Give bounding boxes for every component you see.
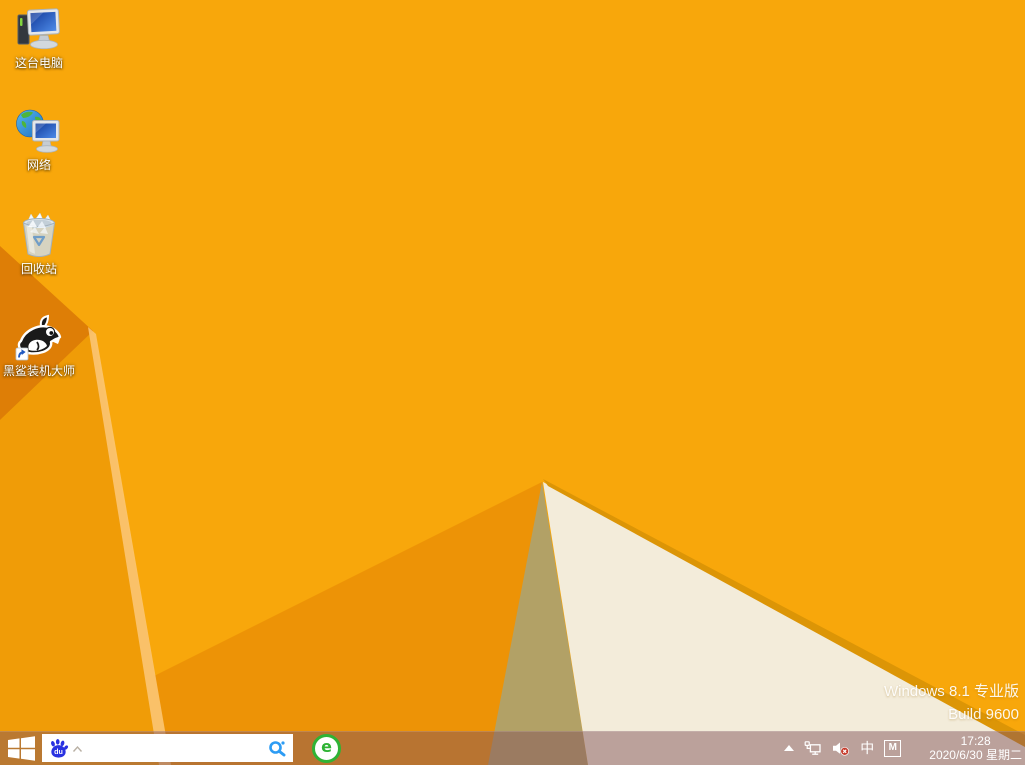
hidden-icons-chevron[interactable] <box>784 745 794 751</box>
desktop[interactable]: 这台电脑 网络 <box>0 0 1025 765</box>
wired-network-icon[interactable] <box>804 740 822 756</box>
baidu-paw-du-text: du <box>54 748 63 756</box>
volume-muted-icon[interactable] <box>832 741 850 756</box>
taskbar: du e <box>0 731 1025 765</box>
clock-time: 17:28 <box>929 734 1022 748</box>
system-tray: 中 M 17:28 2020/6/30 星期二 <box>784 734 1025 762</box>
desktop-icon-this-pc[interactable]: 这台电脑 <box>1 6 77 70</box>
baidu-search-magnifier-icon[interactable] <box>267 738 288 759</box>
browser-letter: e <box>321 739 332 755</box>
network-icon <box>15 108 63 156</box>
clock-date: 2020/6/30 星期二 <box>929 748 1022 762</box>
taskbar-search-box[interactable]: du <box>42 734 293 762</box>
ime-mode-badge[interactable]: M <box>884 740 901 757</box>
desktop-icon-network[interactable]: 网络 <box>1 108 77 172</box>
wallpaper <box>0 0 1025 765</box>
watermark-edition: Windows 8.1 专业版 <box>884 680 1019 703</box>
desktop-icon-label: 回收站 <box>1 262 77 276</box>
recycle-bin-icon <box>15 210 63 260</box>
start-button[interactable] <box>0 731 42 765</box>
taskbar-clock[interactable]: 17:28 2020/6/30 星期二 <box>929 734 1022 762</box>
baidu-paw-icon: du <box>48 738 69 759</box>
desktop-icon-label: 网络 <box>1 158 77 172</box>
heisha-installer-icon <box>14 314 64 362</box>
desktop-icon-label: 黑鲨装机大师 <box>1 364 77 378</box>
windows-logo-icon <box>8 736 35 761</box>
desktop-icon-heisha-installer[interactable]: 黑鲨装机大师 <box>1 314 77 378</box>
desktop-icon-label: 这台电脑 <box>1 56 77 70</box>
watermark-build: Build 9600 <box>884 703 1019 726</box>
ime-mode-letter: M <box>889 743 897 753</box>
ime-chinese-indicator[interactable]: 中 <box>860 741 874 755</box>
chevron-up-icon[interactable] <box>72 745 83 753</box>
search-input[interactable] <box>85 736 267 760</box>
desktop-icon-recycle-bin[interactable]: 回收站 <box>1 210 77 276</box>
green-e-browser-icon[interactable]: e <box>312 734 341 763</box>
this-pc-icon <box>14 6 64 54</box>
windows-watermark: Windows 8.1 专业版 Build 9600 <box>884 680 1019 726</box>
